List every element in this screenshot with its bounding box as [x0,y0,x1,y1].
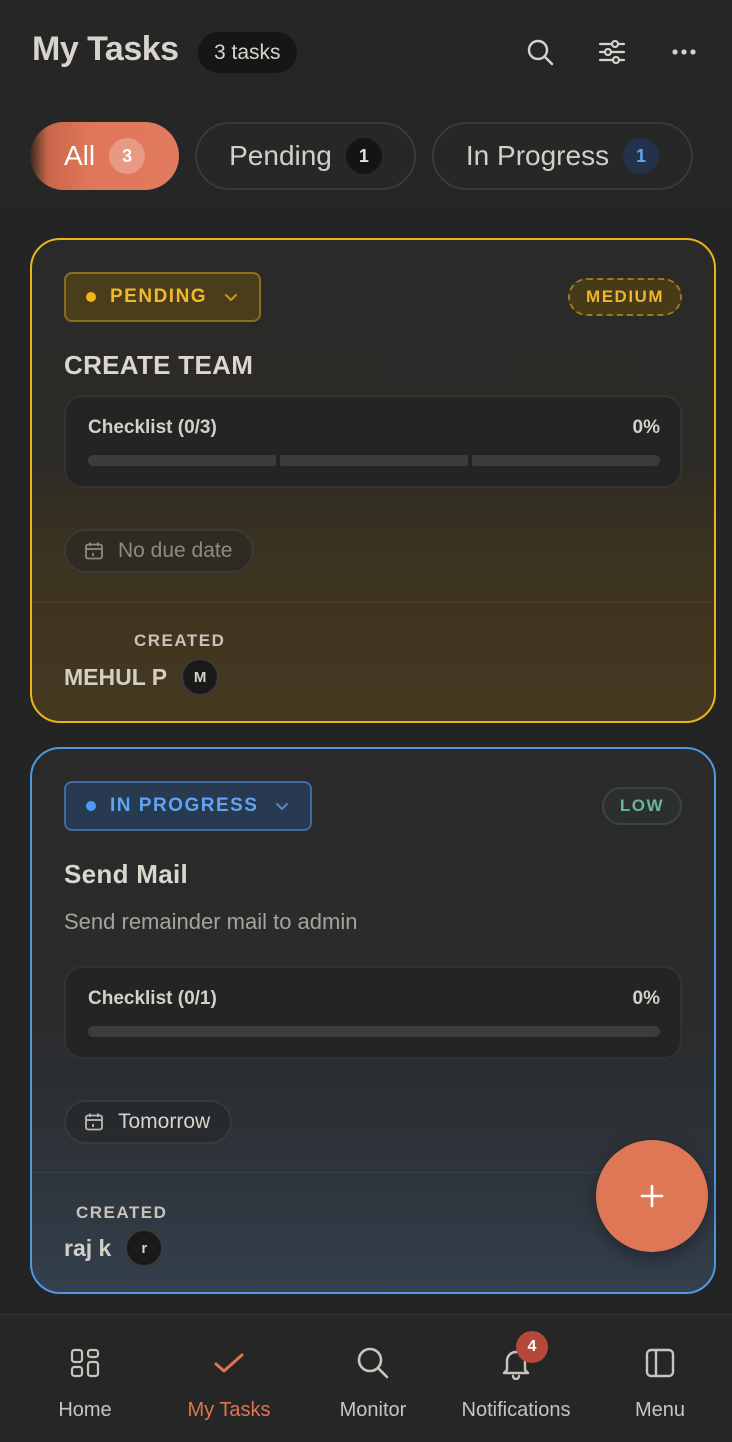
status-dot-icon [86,292,96,302]
checklist-percent: 0% [632,417,660,438]
checklist-segment [88,455,276,466]
bell-icon: 4 [496,1331,548,1383]
checklist-percent: 0% [632,988,660,1009]
filter-sliders-icon[interactable] [592,32,632,72]
header: My Tasks 3 tasks All 3 Pending 1 In Prog… [0,0,732,205]
chevron-down-icon [274,798,290,814]
add-task-button[interactable] [596,1140,708,1252]
task-card[interactable]: PENDING MEDIUM CREATE TEAM Checklist (0/… [30,238,716,723]
nav-label: Monitor [339,1399,407,1421]
due-date-label: Tomorrow [118,1110,211,1133]
nav-item-home[interactable]: Home [12,1315,158,1442]
chevron-down-icon [223,289,239,305]
status-label: IN PROGRESS [110,795,259,816]
page-title: My Tasks [32,30,179,68]
creator-name: MEHUL P [64,663,168,690]
due-date-chip[interactable]: Tomorrow [64,1100,233,1144]
nav-item-monitor[interactable]: Monitor [300,1315,446,1442]
avatar: M [181,658,220,696]
search-icon [353,1343,393,1383]
checklist-progress[interactable]: Checklist (0/1) 0% [64,966,682,1059]
nav-item-notifications[interactable]: 4 Notifications [443,1315,589,1442]
status-dot-icon [86,801,96,811]
calendar-icon [84,541,104,561]
filter-tabs: All 3 Pending 1 In Progress 1 [30,122,694,190]
nav-label: Notifications [461,1399,571,1421]
priority-badge: LOW [601,787,682,825]
more-horizontal-icon[interactable] [664,32,704,72]
creator-name: raj k [64,1234,112,1261]
filter-tab-count: 3 [109,138,146,174]
filter-tab-label: Pending [229,140,332,171]
avatar: r [125,1229,164,1267]
checklist-bar [88,455,660,466]
priority-badge: MEDIUM [568,278,682,316]
bottom-nav: Home My Tasks Monitor 4 Notifications Me… [0,1314,732,1442]
creator: raj k r [64,1229,164,1267]
search-icon[interactable] [520,32,560,72]
checklist-label: Checklist (0/3) [88,417,217,438]
checklist-segment [280,455,468,466]
filter-tab-all[interactable]: All 3 [30,122,180,190]
task-title: Send Mail [64,859,189,889]
filter-tab-count: 1 [345,138,382,174]
due-date-label: No due date [118,539,233,562]
creator: MEHUL P M [64,658,220,696]
nav-label: Home [58,1399,112,1421]
due-date-chip[interactable]: No due date [64,529,255,573]
filter-tab-label: In Progress [465,140,610,171]
calendar-icon [84,1112,104,1132]
created-label: CREATED [76,1203,168,1222]
nav-label: Menu [634,1399,686,1421]
checklist-label: Checklist (0/1) [88,988,217,1009]
status-label: PENDING [110,286,208,307]
task-count-badge: 3 tasks [198,32,297,73]
checklist-segment [472,455,660,466]
app-root: My Tasks 3 tasks All 3 Pending 1 In Prog… [0,0,732,1442]
filter-tab-in-progress[interactable]: In Progress 1 [431,122,694,190]
sidebar-panel-icon [640,1343,680,1383]
plus-icon [639,1183,665,1209]
created-label: CREATED [134,631,226,650]
nav-item-my-tasks[interactable]: My Tasks [156,1315,302,1442]
nav-label: My Tasks [187,1399,271,1421]
filter-tab-pending[interactable]: Pending 1 [195,122,416,190]
task-title: CREATE TEAM [64,350,254,380]
checklist-progress[interactable]: Checklist (0/3) 0% [64,395,682,488]
filter-tab-count: 1 [623,138,660,174]
task-description: Send remainder mail to admin [64,909,358,934]
check-icon [209,1343,249,1383]
status-dropdown[interactable]: PENDING [64,272,262,322]
status-dropdown[interactable]: IN PROGRESS [64,781,313,831]
checklist-bar [88,1026,660,1037]
home-grid-icon [65,1343,105,1383]
notification-badge: 4 [516,1331,548,1363]
nav-item-menu[interactable]: Menu [587,1315,732,1442]
checklist-segment [88,1026,660,1037]
divider [32,602,714,603]
filter-tab-label: All [64,140,96,171]
